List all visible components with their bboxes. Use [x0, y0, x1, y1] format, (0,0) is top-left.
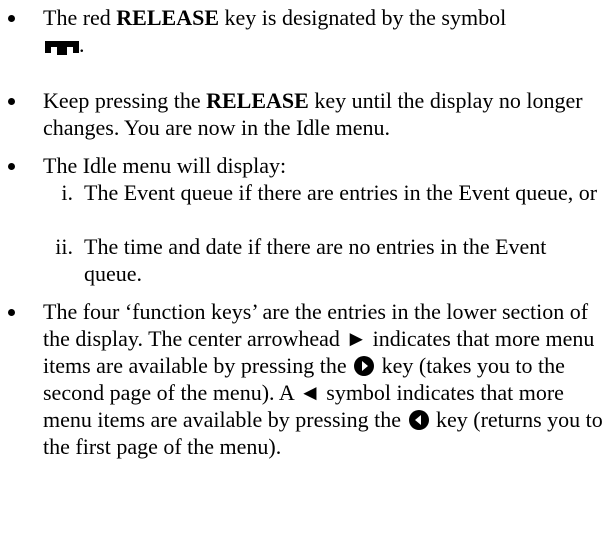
- sub-item-text: The Event queue if there are entries in …: [84, 180, 598, 205]
- text-segment: key is designated by the symbol: [219, 5, 507, 30]
- text-segment: Keep pressing the: [43, 88, 207, 113]
- release-keyword: RELEASE: [206, 88, 309, 113]
- bullet-dot: [8, 15, 15, 22]
- text-segment: .: [79, 32, 85, 57]
- bullet-dot: [8, 309, 15, 316]
- release-key-icon: [45, 34, 79, 55]
- left-arrow-key-icon: [408, 410, 429, 430]
- bullet-text: Keep pressing the RELEASE key until the …: [43, 87, 603, 141]
- release-keyword: RELEASE: [116, 5, 220, 30]
- text-segment: The red: [43, 5, 117, 30]
- right-arrow-key-icon: [354, 356, 375, 376]
- sub-item-number: i.: [61, 180, 73, 205]
- bullet-text: The red RELEASE key is designated by the…: [43, 4, 603, 58]
- instruction-page: The red RELEASE key is designated by the…: [0, 0, 605, 540]
- sub-item-text: The time and date if there are no entrie…: [84, 234, 547, 286]
- bullet-text: The four ‘function keys’ are the entries…: [43, 298, 603, 460]
- bullet-dot: [8, 163, 15, 170]
- bullet-dot: [8, 98, 15, 105]
- bullet-text: The Idle menu will display:: [43, 153, 287, 178]
- sub-item-number: ii.: [55, 234, 73, 259]
